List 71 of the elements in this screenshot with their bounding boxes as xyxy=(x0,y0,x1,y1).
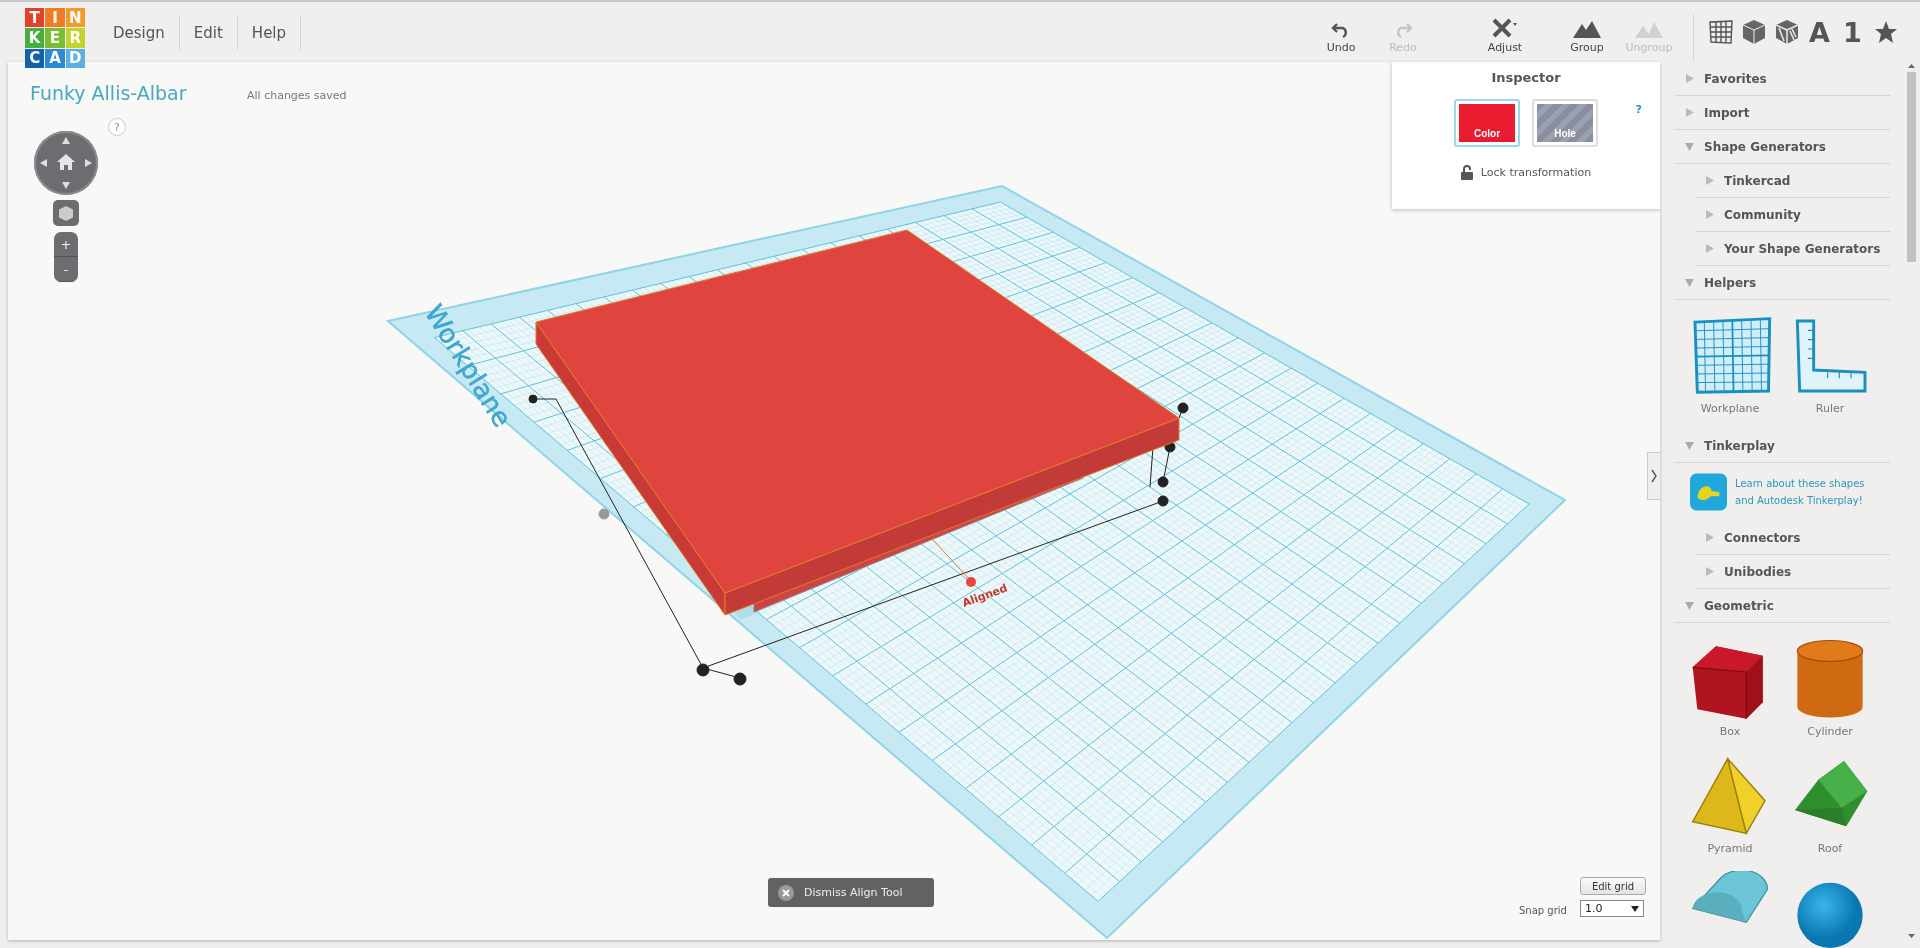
caret-icon xyxy=(1685,108,1694,117)
view-tab[interactable]: 1 xyxy=(1836,2,1869,62)
striped-cube-icon xyxy=(1774,19,1799,45)
chevron-icon xyxy=(1651,469,1657,483)
caret-icon xyxy=(1705,567,1714,576)
toolbar-button[interactable]: Undo xyxy=(1313,2,1369,62)
logo-letter[interactable]: K xyxy=(25,28,45,48)
collapse-panel-button[interactable] xyxy=(1647,452,1660,500)
caret-icon xyxy=(1685,441,1694,450)
sidebar-category[interactable]: Tinkercad xyxy=(1695,164,1890,198)
logo-letter[interactable]: I xyxy=(45,8,65,28)
menu-item[interactable]: Edit xyxy=(179,16,238,50)
zoom-in-button[interactable]: + xyxy=(54,232,78,257)
sidebar-category[interactable]: Favorites xyxy=(1675,62,1890,96)
default-view-button[interactable] xyxy=(53,200,79,226)
dropdown-icon xyxy=(1631,905,1639,912)
home-icon xyxy=(57,154,75,170)
toolbar-button[interactable]: Group xyxy=(1559,2,1615,62)
snap-grid-select[interactable]: 1.0 xyxy=(1580,900,1644,917)
sidebar-category[interactable]: Tinkerplay xyxy=(1675,429,1890,463)
toolbar-button[interactable]: Adjust xyxy=(1477,2,1533,62)
caret-icon xyxy=(1705,176,1714,185)
tinkerplay-link[interactable]: Learn about these shapes and Autodesk Tinkerplay! xyxy=(1735,475,1885,509)
shape-item[interactable]: Roof xyxy=(1780,748,1880,865)
arrow-icon xyxy=(85,159,92,167)
sidebar-category[interactable]: Community xyxy=(1695,198,1890,232)
sidebar-category[interactable]: Import xyxy=(1675,96,1890,130)
caret-icon xyxy=(1685,74,1694,83)
arrow-icon xyxy=(40,159,47,167)
mountains-icon xyxy=(1572,19,1602,39)
sidebar-category[interactable]: Shape Generators xyxy=(1675,130,1890,164)
edit-grid-button[interactable]: Edit grid xyxy=(1580,877,1646,895)
caret-icon xyxy=(1705,244,1714,253)
help-link[interactable]: ? xyxy=(1635,103,1642,116)
tinkerplay-app-icon xyxy=(1690,471,1727,513)
logo-letter[interactable]: A xyxy=(45,48,65,68)
shape-item[interactable]: Pyramid xyxy=(1680,748,1780,865)
inspector-title: Inspector xyxy=(1491,70,1561,85)
logo-letter[interactable]: T xyxy=(25,8,45,28)
shape-item[interactable]: Cylinder xyxy=(1780,631,1880,748)
help-button[interactable]: ? xyxy=(108,118,126,136)
menu-item[interactable]: Help xyxy=(237,16,302,50)
cube-icon xyxy=(59,205,73,221)
caret-icon xyxy=(1685,142,1694,151)
caret-icon xyxy=(1705,210,1714,219)
snap-grid-label: Snap grid xyxy=(1519,905,1567,916)
shape-item[interactable]: Ruler xyxy=(1780,308,1880,425)
star-icon xyxy=(1873,20,1898,44)
save-status: All changes saved xyxy=(247,89,347,102)
lock-transformation-toggle[interactable]: Lock transformation xyxy=(1480,166,1592,179)
dismiss-align-tool-button[interactable]: Dismiss Align Tool xyxy=(768,878,934,907)
shape-item[interactable]: Workplane xyxy=(1680,308,1780,425)
arrow-icon xyxy=(62,137,70,144)
arrow-icon xyxy=(62,182,70,189)
menu-item[interactable]: Design xyxy=(99,16,180,50)
caret-icon xyxy=(1685,278,1694,287)
color-swatch[interactable]: Color xyxy=(1454,99,1520,147)
sidebar-category[interactable]: Connectors xyxy=(1695,521,1890,555)
view-tab[interactable]: A xyxy=(1803,2,1836,62)
shape-item[interactable]: Box xyxy=(1680,631,1780,748)
sidebar-category[interactable]: Your Shape Generators xyxy=(1695,232,1890,266)
caret-icon xyxy=(1685,601,1694,610)
zoom-out-button[interactable]: - xyxy=(54,257,78,282)
sidebar-category[interactable]: Helpers xyxy=(1675,266,1890,300)
close-icon xyxy=(778,884,794,901)
cube-icon xyxy=(1741,19,1766,45)
logo-letter[interactable]: C xyxy=(25,48,45,68)
sidebar-category[interactable]: Geometric xyxy=(1675,589,1890,623)
sidebar-category[interactable]: Unibodies xyxy=(1695,555,1890,589)
caret-icon xyxy=(1705,533,1714,542)
grid-icon xyxy=(1707,19,1734,45)
